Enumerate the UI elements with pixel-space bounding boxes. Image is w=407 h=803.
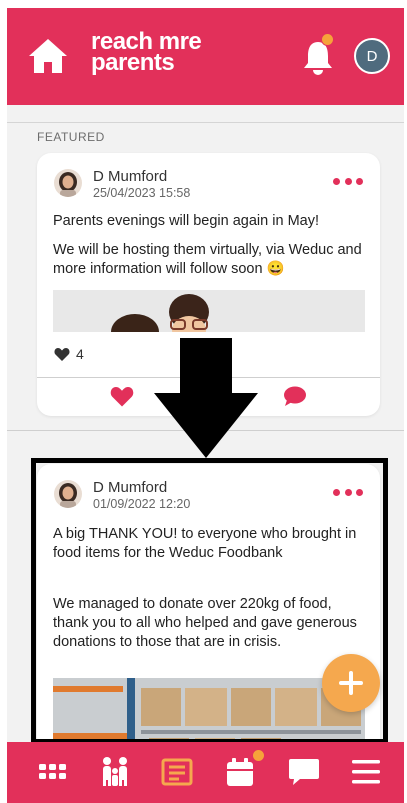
news-feed[interactable]: FEATURED D Mumford 25/04/2023 15:58 Pare… [7,105,404,742]
comment-icon[interactable] [283,385,307,407]
post-options-more-icon[interactable] [333,175,363,187]
logo-line-1-tail: re [179,28,202,55]
heart-icon [54,348,70,361]
calendar-badge [252,749,265,762]
like-count: 4 [54,346,84,362]
feed-divider [7,430,404,431]
post-image[interactable] [53,290,365,332]
like-heart-icon[interactable] [110,385,134,407]
post-text: We managed to donate over 220kg of food,… [53,596,357,650]
post-image[interactable] [53,678,365,742]
user-initial: D [366,47,378,65]
post-datetime: 25/04/2023 15:58 [93,186,191,200]
post-card[interactable]: D Mumford 25/04/2023 15:58 Parents eveni… [37,153,380,416]
post-author: D Mumford [93,168,168,185]
section-label-featured: FEATURED [37,130,105,144]
app-logo: reach mre parents [91,28,202,76]
newsfeed-icon[interactable] [157,754,197,790]
like-count-value: 4 [76,346,84,362]
messages-icon[interactable] [284,754,324,790]
app-header: reach mre parents D [7,8,404,105]
post-text: Parents evenings will begin again in May… [53,213,319,229]
post-datetime: 01/09/2022 12:20 [93,497,191,511]
author-avatar [54,169,82,197]
plus-icon [339,671,363,695]
user-avatar[interactable]: D [354,38,390,74]
notification-badge [321,33,334,46]
home-icon[interactable] [26,36,70,76]
apps-grid-icon[interactable] [33,754,73,790]
post-author: D Mumford [93,479,168,496]
post-options-more-icon[interactable] [333,486,363,498]
menu-icon[interactable] [346,754,386,790]
post-text: We will be hosting them virtually, via W… [53,242,362,277]
bottom-navigation [7,742,404,803]
post-text: A big THANK YOU! to everyone who brought… [53,526,357,561]
people-icon[interactable] [95,754,135,790]
logo-line-2: parents [91,49,175,76]
add-post-button[interactable] [322,654,380,712]
feed-top-divider [7,122,404,123]
author-avatar [54,480,82,508]
card-divider [37,377,380,378]
